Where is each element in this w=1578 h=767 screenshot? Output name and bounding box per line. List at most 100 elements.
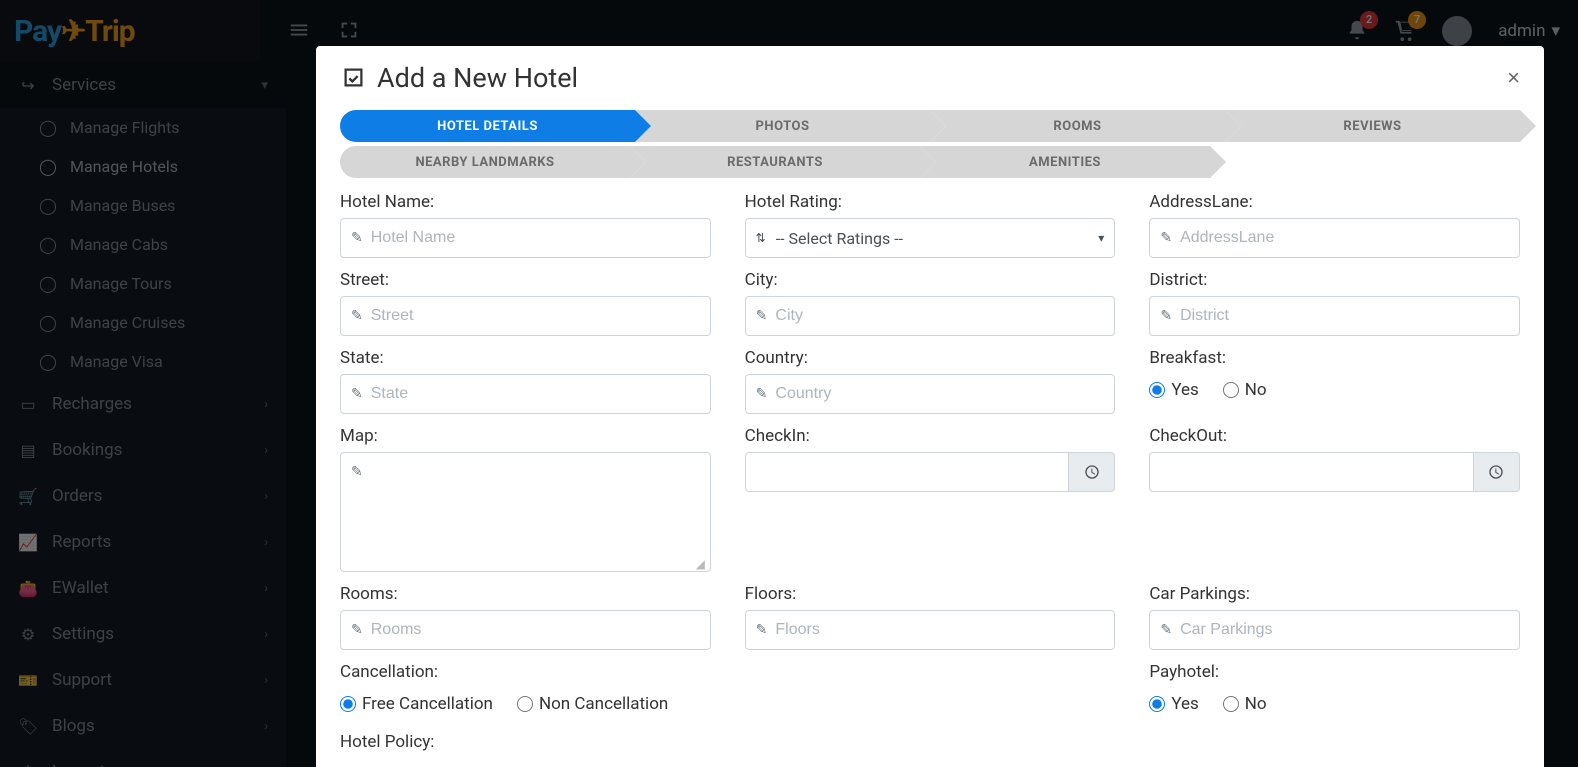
- field-street: Street: ✎: [340, 270, 711, 336]
- label-car-parkings: Car Parkings:: [1149, 584, 1520, 604]
- country-input-wrap[interactable]: ✎: [745, 374, 1116, 414]
- clock-icon: [1488, 463, 1504, 482]
- map-textarea[interactable]: ✎ ◢: [340, 452, 711, 572]
- car-parkings-input[interactable]: [1180, 621, 1509, 639]
- edit-icon: ✎: [1160, 622, 1172, 638]
- breakfast-no[interactable]: No: [1223, 380, 1267, 400]
- address-lane-input[interactable]: [1180, 229, 1509, 247]
- breakfast-yes[interactable]: Yes: [1149, 380, 1198, 400]
- rooms-input-wrap[interactable]: ✎: [340, 610, 711, 650]
- check-square-icon: [340, 62, 367, 94]
- field-hotel-rating: Hotel Rating: ⇅ -- Select Ratings -- ▾: [745, 192, 1116, 258]
- checkout-input[interactable]: [1149, 452, 1474, 492]
- modal-header: Add a New Hotel ×: [316, 46, 1544, 104]
- label-map: Map:: [340, 426, 711, 446]
- label-payhotel: Payhotel:: [1149, 662, 1520, 682]
- edit-icon: ✎: [351, 386, 363, 402]
- add-hotel-modal: Add a New Hotel × HOTEL DETAILS PHOTOS R…: [316, 46, 1544, 767]
- field-checkout: CheckOut:: [1149, 426, 1520, 526]
- field-checkin: CheckIn:: [745, 426, 1116, 526]
- wizard-row-2: NEARBY LANDMARKS RESTAURANTS AMENITIES: [316, 146, 1544, 178]
- field-car-parkings: Car Parkings: ✎: [1149, 584, 1520, 650]
- edit-icon: ✎: [1160, 308, 1172, 324]
- edit-icon: ✎: [756, 622, 768, 638]
- street-input[interactable]: [371, 307, 700, 325]
- edit-icon: ✎: [351, 308, 363, 324]
- edit-icon: ✎: [756, 386, 768, 402]
- checkin-input[interactable]: [745, 452, 1070, 492]
- hotel-details-form: Hotel Name: ✎ Hotel Rating: ⇅ -- Select …: [316, 182, 1544, 767]
- field-payhotel: Payhotel: Yes No: [1149, 662, 1520, 720]
- street-input-wrap[interactable]: ✎: [340, 296, 711, 336]
- state-input-wrap[interactable]: ✎: [340, 374, 711, 414]
- wizard-step-restaurants[interactable]: RESTAURANTS: [630, 146, 920, 178]
- cancellation-free[interactable]: Free Cancellation: [340, 694, 493, 714]
- state-input[interactable]: [371, 385, 700, 403]
- checkin-clock-addon[interactable]: [1069, 452, 1115, 492]
- label-street: Street:: [340, 270, 711, 290]
- address-lane-input-wrap[interactable]: ✎: [1149, 218, 1520, 258]
- label-address-lane: AddressLane:: [1149, 192, 1520, 212]
- city-input-wrap[interactable]: ✎: [745, 296, 1116, 336]
- payhotel-no[interactable]: No: [1223, 694, 1267, 714]
- edit-icon: ✎: [351, 464, 363, 480]
- floors-input[interactable]: [775, 621, 1104, 639]
- sort-icon: ⇅: [756, 231, 766, 245]
- label-rooms: Rooms:: [340, 584, 711, 604]
- label-hotel-policy: Hotel Policy:: [340, 732, 711, 752]
- field-country: Country: ✎: [745, 348, 1116, 414]
- checkin-input-group[interactable]: [745, 452, 1116, 492]
- label-district: District:: [1149, 270, 1520, 290]
- car-parkings-input-wrap[interactable]: ✎: [1149, 610, 1520, 650]
- label-cancellation: Cancellation:: [340, 662, 711, 682]
- clock-icon: [1084, 463, 1100, 482]
- label-hotel-rating: Hotel Rating:: [745, 192, 1116, 212]
- field-breakfast: Breakfast: Yes No: [1149, 348, 1520, 414]
- wizard-step-amenities[interactable]: AMENITIES: [920, 146, 1210, 178]
- field-map: Map: ✎ ◢: [340, 426, 711, 572]
- checkout-input-group[interactable]: [1149, 452, 1520, 492]
- field-floors: Floors: ✎: [745, 584, 1116, 650]
- district-input[interactable]: [1180, 307, 1509, 325]
- label-breakfast: Breakfast:: [1149, 348, 1520, 368]
- city-input[interactable]: [775, 307, 1104, 325]
- wizard-step-hotel-details[interactable]: HOTEL DETAILS: [340, 110, 635, 142]
- label-floors: Floors:: [745, 584, 1116, 604]
- modal-title: Add a New Hotel: [340, 62, 578, 94]
- field-rooms: Rooms: ✎: [340, 584, 711, 650]
- field-hotel-policy: Hotel Policy:: [340, 732, 711, 758]
- floors-input-wrap[interactable]: ✎: [745, 610, 1116, 650]
- close-icon: ×: [1507, 65, 1520, 90]
- close-button[interactable]: ×: [1507, 65, 1520, 91]
- field-cancellation: Cancellation: Free Cancellation Non Canc…: [340, 662, 711, 720]
- field-state: State: ✎: [340, 348, 711, 414]
- chevron-down-icon: ▾: [1098, 231, 1104, 245]
- wizard-row-1: HOTEL DETAILS PHOTOS ROOMS REVIEWS: [316, 104, 1544, 142]
- label-hotel-name: Hotel Name:: [340, 192, 711, 212]
- edit-icon: ✎: [756, 308, 768, 324]
- resize-handle-icon[interactable]: ◢: [696, 557, 708, 569]
- wizard-step-photos[interactable]: PHOTOS: [635, 110, 930, 142]
- cancellation-non[interactable]: Non Cancellation: [517, 694, 668, 714]
- district-input-wrap[interactable]: ✎: [1149, 296, 1520, 336]
- label-state: State:: [340, 348, 711, 368]
- hotel-rating-select[interactable]: ⇅ -- Select Ratings -- ▾: [745, 218, 1116, 258]
- field-city: City: ✎: [745, 270, 1116, 336]
- edit-icon: ✎: [351, 622, 363, 638]
- edit-icon: ✎: [351, 230, 363, 246]
- payhotel-yes[interactable]: Yes: [1149, 694, 1198, 714]
- field-address-lane: AddressLane: ✎: [1149, 192, 1520, 258]
- label-checkout: CheckOut:: [1149, 426, 1520, 446]
- wizard-step-rooms[interactable]: ROOMS: [930, 110, 1225, 142]
- field-district: District: ✎: [1149, 270, 1520, 336]
- label-checkin: CheckIn:: [745, 426, 1116, 446]
- wizard-step-landmarks[interactable]: NEARBY LANDMARKS: [340, 146, 630, 178]
- wizard-step-reviews[interactable]: REVIEWS: [1225, 110, 1520, 142]
- field-hotel-name: Hotel Name: ✎: [340, 192, 711, 258]
- rooms-input[interactable]: [371, 621, 700, 639]
- hotel-name-input[interactable]: [371, 229, 700, 247]
- edit-icon: ✎: [1160, 230, 1172, 246]
- hotel-name-input-wrap[interactable]: ✎: [340, 218, 711, 258]
- country-input[interactable]: [775, 385, 1104, 403]
- checkout-clock-addon[interactable]: [1474, 452, 1520, 492]
